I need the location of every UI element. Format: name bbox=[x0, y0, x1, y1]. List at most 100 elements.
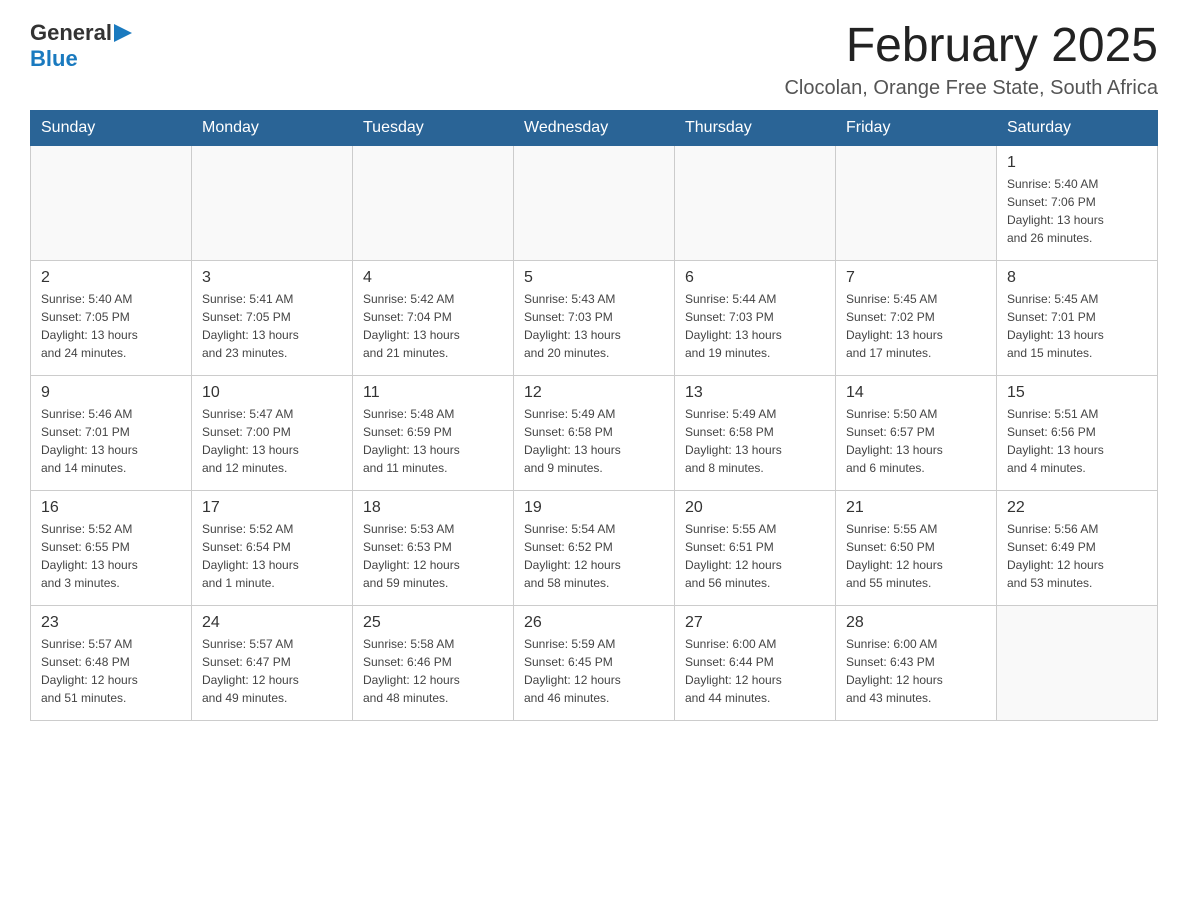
day-number: 8 bbox=[1007, 269, 1147, 287]
day-number: 20 bbox=[685, 499, 825, 517]
day-number: 10 bbox=[202, 384, 342, 402]
title-block: February 2025 Clocolan, Orange Free Stat… bbox=[784, 20, 1158, 100]
day-number: 1 bbox=[1007, 154, 1147, 172]
day-number: 9 bbox=[41, 384, 181, 402]
day-number: 22 bbox=[1007, 499, 1147, 517]
calendar-cell bbox=[192, 145, 353, 260]
location-subtitle: Clocolan, Orange Free State, South Afric… bbox=[784, 77, 1158, 100]
day-info: Sunrise: 5:55 AMSunset: 6:51 PMDaylight:… bbox=[685, 520, 825, 592]
day-info: Sunrise: 5:55 AMSunset: 6:50 PMDaylight:… bbox=[846, 520, 986, 592]
day-number: 2 bbox=[41, 269, 181, 287]
calendar-cell: 4Sunrise: 5:42 AMSunset: 7:04 PMDaylight… bbox=[353, 260, 514, 375]
calendar-cell: 13 Sunrise: 5:49 AMSunset: 6:58 PMDayligh… bbox=[675, 375, 836, 490]
day-info: Sunrise: 5:52 AMSunset: 6:55 PMDaylight:… bbox=[41, 520, 181, 592]
calendar-cell: 20 Sunrise: 5:55 AMSunset: 6:51 PMDayligh… bbox=[675, 490, 836, 605]
day-info: Sunrise: 5:49 AMSunset: 6:58 PMDaylight:… bbox=[524, 405, 664, 477]
day-number: 23 bbox=[41, 614, 181, 632]
day-info: Sunrise: 5:57 AMSunset: 6:48 PMDaylight:… bbox=[41, 635, 181, 707]
day-info: Sunrise: 5:47 AMSunset: 7:00 PMDaylight:… bbox=[202, 405, 342, 477]
day-number: 26 bbox=[524, 614, 664, 632]
calendar-cell: 5 Sunrise: 5:43 AMSunset: 7:03 PMDaylight… bbox=[514, 260, 675, 375]
logo-flag-icon bbox=[114, 24, 132, 42]
calendar-cell: 15 Sunrise: 5:51 AMSunset: 6:56 PMDayligh… bbox=[997, 375, 1158, 490]
calendar-cell bbox=[514, 145, 675, 260]
calendar-cell: 19Sunrise: 5:54 AMSunset: 6:52 PMDayligh… bbox=[514, 490, 675, 605]
day-info: Sunrise: 5:56 AMSunset: 6:49 PMDaylight:… bbox=[1007, 520, 1147, 592]
day-number: 21 bbox=[846, 499, 986, 517]
calendar-cell: 21 Sunrise: 5:55 AMSunset: 6:50 PMDayligh… bbox=[836, 490, 997, 605]
day-info: Sunrise: 6:00 AMSunset: 6:43 PMDaylight:… bbox=[846, 635, 986, 707]
col-saturday: Saturday bbox=[997, 110, 1158, 145]
day-info: Sunrise: 5:51 AMSunset: 6:56 PMDaylight:… bbox=[1007, 405, 1147, 477]
col-monday: Monday bbox=[192, 110, 353, 145]
day-number: 13 bbox=[685, 384, 825, 402]
day-info: Sunrise: 5:58 AMSunset: 6:46 PMDaylight:… bbox=[363, 635, 503, 707]
day-info: Sunrise: 5:40 AMSunset: 7:06 PMDaylight:… bbox=[1007, 175, 1147, 247]
col-sunday: Sunday bbox=[31, 110, 192, 145]
day-number: 18 bbox=[363, 499, 503, 517]
day-info: Sunrise: 5:45 AMSunset: 7:02 PMDaylight:… bbox=[846, 290, 986, 362]
day-number: 24 bbox=[202, 614, 342, 632]
calendar-cell: 25 Sunrise: 5:58 AMSunset: 6:46 PMDayligh… bbox=[353, 605, 514, 720]
calendar-cell: 8 Sunrise: 5:45 AMSunset: 7:01 PMDaylight… bbox=[997, 260, 1158, 375]
day-number: 19 bbox=[524, 499, 664, 517]
day-info: Sunrise: 5:53 AMSunset: 6:53 PMDaylight:… bbox=[363, 520, 503, 592]
day-number: 25 bbox=[363, 614, 503, 632]
calendar-cell bbox=[836, 145, 997, 260]
day-info: Sunrise: 5:43 AMSunset: 7:03 PMDaylight:… bbox=[524, 290, 664, 362]
col-wednesday: Wednesday bbox=[514, 110, 675, 145]
calendar-cell bbox=[353, 145, 514, 260]
calendar-cell: 27 Sunrise: 6:00 AMSunset: 6:44 PMDayligh… bbox=[675, 605, 836, 720]
day-info: Sunrise: 5:40 AMSunset: 7:05 PMDaylight:… bbox=[41, 290, 181, 362]
day-number: 4 bbox=[363, 269, 503, 287]
day-number: 12 bbox=[524, 384, 664, 402]
day-number: 28 bbox=[846, 614, 986, 632]
calendar-cell: 12 Sunrise: 5:49 AMSunset: 6:58 PMDayligh… bbox=[514, 375, 675, 490]
calendar-cell bbox=[675, 145, 836, 260]
calendar-cell: 7Sunrise: 5:45 AMSunset: 7:02 PMDaylight… bbox=[836, 260, 997, 375]
day-number: 5 bbox=[524, 269, 664, 287]
day-info: Sunrise: 5:57 AMSunset: 6:47 PMDaylight:… bbox=[202, 635, 342, 707]
calendar-cell: 9Sunrise: 5:46 AMSunset: 7:01 PMDaylight… bbox=[31, 375, 192, 490]
day-info: Sunrise: 6:00 AMSunset: 6:44 PMDaylight:… bbox=[685, 635, 825, 707]
calendar-cell: 16Sunrise: 5:52 AMSunset: 6:55 PMDayligh… bbox=[31, 490, 192, 605]
day-number: 27 bbox=[685, 614, 825, 632]
day-number: 11 bbox=[363, 384, 503, 402]
page-header: General Blue February 2025 Clocolan, Ora… bbox=[30, 20, 1158, 100]
day-info: Sunrise: 5:50 AMSunset: 6:57 PMDaylight:… bbox=[846, 405, 986, 477]
calendar-cell: 1 Sunrise: 5:40 AMSunset: 7:06 PMDaylight… bbox=[997, 145, 1158, 260]
logo-text-general: General bbox=[30, 20, 112, 46]
day-number: 17 bbox=[202, 499, 342, 517]
week-row-2: 2 Sunrise: 5:40 AMSunset: 7:05 PMDaylight… bbox=[31, 260, 1158, 375]
col-tuesday: Tuesday bbox=[353, 110, 514, 145]
week-row-1: 1 Sunrise: 5:40 AMSunset: 7:06 PMDaylight… bbox=[31, 145, 1158, 260]
week-row-4: 16Sunrise: 5:52 AMSunset: 6:55 PMDayligh… bbox=[31, 490, 1158, 605]
calendar-cell: 23 Sunrise: 5:57 AMSunset: 6:48 PMDayligh… bbox=[31, 605, 192, 720]
calendar-cell: 6Sunrise: 5:44 AMSunset: 7:03 PMDaylight… bbox=[675, 260, 836, 375]
day-number: 14 bbox=[846, 384, 986, 402]
calendar-cell: 14 Sunrise: 5:50 AMSunset: 6:57 PMDayligh… bbox=[836, 375, 997, 490]
day-info: Sunrise: 5:59 AMSunset: 6:45 PMDaylight:… bbox=[524, 635, 664, 707]
day-info: Sunrise: 5:52 AMSunset: 6:54 PMDaylight:… bbox=[202, 520, 342, 592]
week-row-3: 9Sunrise: 5:46 AMSunset: 7:01 PMDaylight… bbox=[31, 375, 1158, 490]
day-number: 15 bbox=[1007, 384, 1147, 402]
calendar-cell: 24 Sunrise: 5:57 AMSunset: 6:47 PMDayligh… bbox=[192, 605, 353, 720]
logo-text-blue: Blue bbox=[30, 46, 78, 71]
calendar-cell: 18 Sunrise: 5:53 AMSunset: 6:53 PMDayligh… bbox=[353, 490, 514, 605]
calendar-cell: 22 Sunrise: 5:56 AMSunset: 6:49 PMDayligh… bbox=[997, 490, 1158, 605]
calendar-cell bbox=[997, 605, 1158, 720]
calendar-cell: 11Sunrise: 5:48 AMSunset: 6:59 PMDayligh… bbox=[353, 375, 514, 490]
day-info: Sunrise: 5:41 AMSunset: 7:05 PMDaylight:… bbox=[202, 290, 342, 362]
calendar-header-row: Sunday Monday Tuesday Wednesday Thursday… bbox=[31, 110, 1158, 145]
logo: General Blue bbox=[30, 20, 132, 72]
week-row-5: 23 Sunrise: 5:57 AMSunset: 6:48 PMDayligh… bbox=[31, 605, 1158, 720]
calendar-table: Sunday Monday Tuesday Wednesday Thursday… bbox=[30, 110, 1158, 721]
day-number: 6 bbox=[685, 269, 825, 287]
calendar-cell: 17 Sunrise: 5:52 AMSunset: 6:54 PMDayligh… bbox=[192, 490, 353, 605]
day-info: Sunrise: 5:45 AMSunset: 7:01 PMDaylight:… bbox=[1007, 290, 1147, 362]
calendar-cell: 26 Sunrise: 5:59 AMSunset: 6:45 PMDayligh… bbox=[514, 605, 675, 720]
calendar-cell: 3Sunrise: 5:41 AMSunset: 7:05 PMDaylight… bbox=[192, 260, 353, 375]
calendar-cell: 10 Sunrise: 5:47 AMSunset: 7:00 PMDayligh… bbox=[192, 375, 353, 490]
day-info: Sunrise: 5:49 AMSunset: 6:58 PMDaylight:… bbox=[685, 405, 825, 477]
calendar-cell: 28 Sunrise: 6:00 AMSunset: 6:43 PMDayligh… bbox=[836, 605, 997, 720]
